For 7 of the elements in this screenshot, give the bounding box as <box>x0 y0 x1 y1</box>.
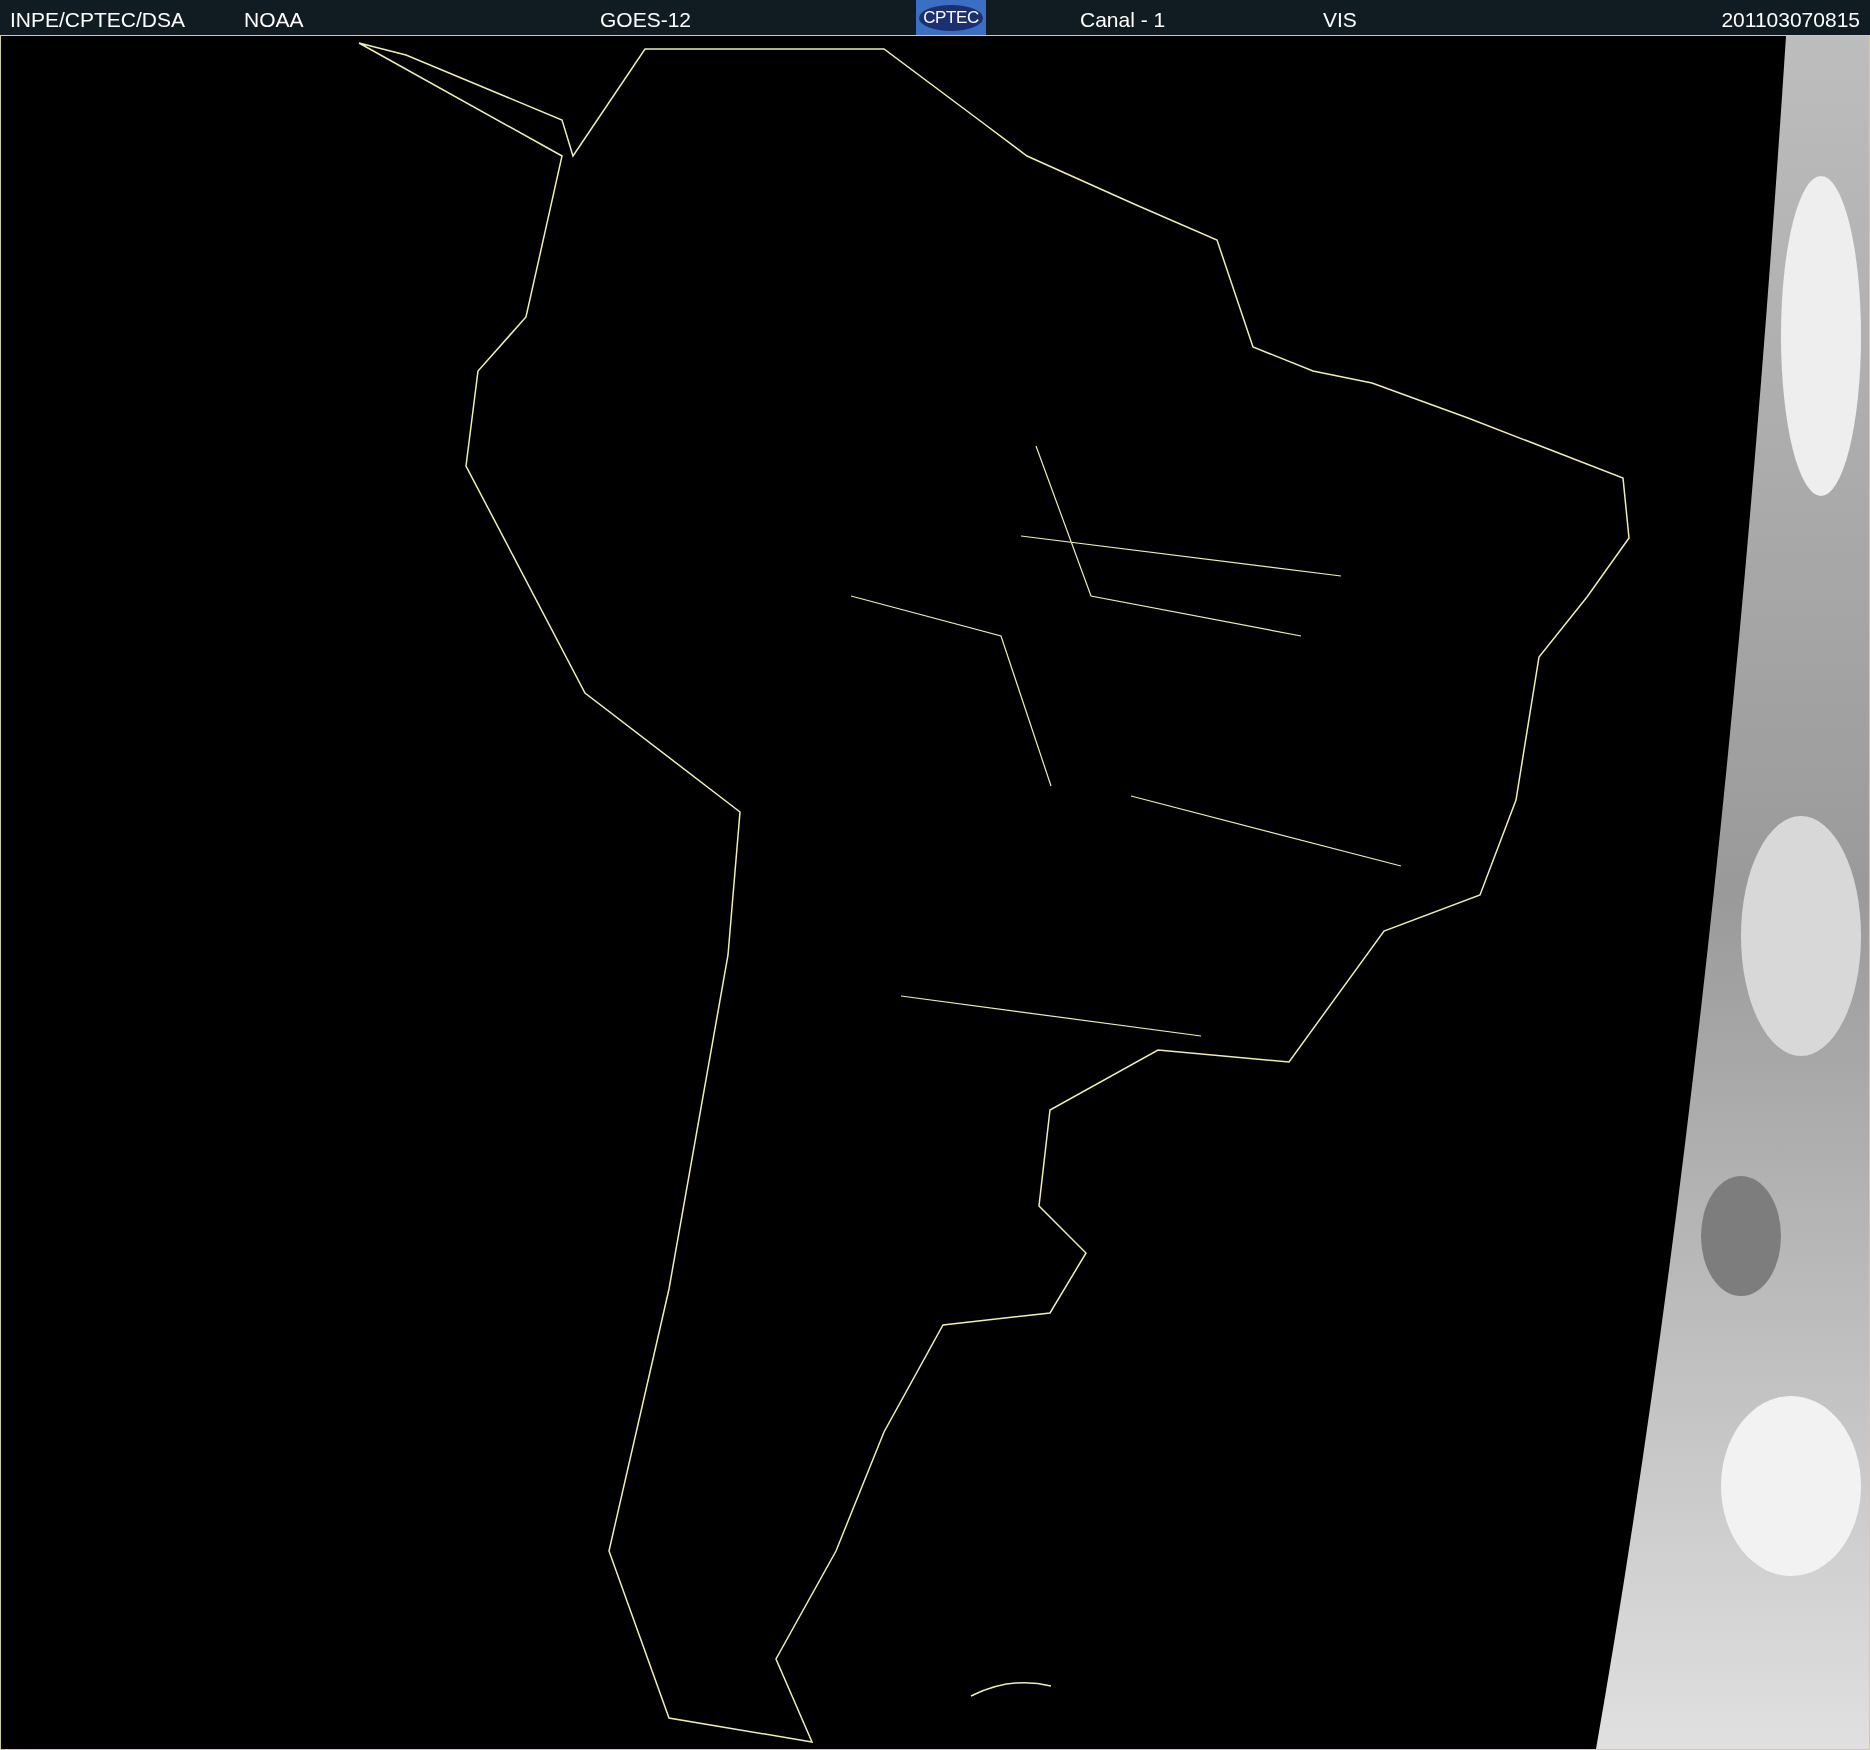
source-label: NOAA <box>244 7 304 33</box>
logo-text: CPTEC <box>923 9 979 26</box>
channel-label: Canal - 1 <box>1080 7 1166 33</box>
satellite-label: GOES-12 <box>600 7 692 33</box>
agency-label: INPE/CPTEC/DSA <box>10 7 186 33</box>
band-label: VIS <box>1323 7 1357 33</box>
timestamp-label: 201103070815 <box>1721 7 1860 33</box>
